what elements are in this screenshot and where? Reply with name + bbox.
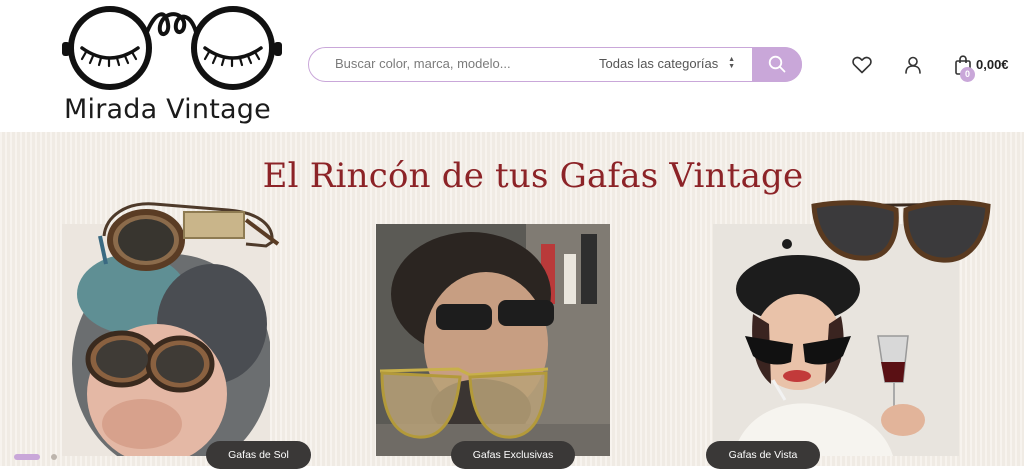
hero-title: El Rincón de tus Gafas Vintage xyxy=(262,156,804,196)
hero-section: El Rincón de tus Gafas Vintage Gafas de … xyxy=(0,132,1024,469)
brand-name: Mirada Vintage xyxy=(64,94,271,125)
tortoise-sunglasses-image xyxy=(98,202,280,271)
updown-arrows-icon: ▲ ▼ xyxy=(728,56,735,71)
site-logo[interactable]: Mirada Vintage xyxy=(58,2,288,130)
slider-dot-active[interactable] xyxy=(14,454,40,460)
category-label-sunglasses[interactable]: Gafas de Sol xyxy=(206,441,311,469)
wishlist-button[interactable] xyxy=(850,53,874,77)
search-bar: Todas las categorías ▲▼ xyxy=(308,46,802,82)
site-header: Mirada Vintage Todas las categorías ▲▼ xyxy=(0,0,1024,132)
slider-dot[interactable] xyxy=(51,454,57,460)
gold-aviator-image xyxy=(379,367,549,439)
cart-count-badge: 0 xyxy=(960,67,975,82)
account-button[interactable] xyxy=(901,53,925,77)
search-button[interactable] xyxy=(752,46,802,82)
glasses-logo-icon xyxy=(62,6,282,90)
heart-icon xyxy=(852,56,872,74)
search-icon xyxy=(768,55,786,73)
category-select[interactable]: Todas las categorías ▲ ▼ xyxy=(599,48,749,80)
category-select-value: Todas las categorías xyxy=(599,56,719,71)
search-input[interactable] xyxy=(335,48,585,80)
category-label-prescription[interactable]: Gafas de Vista xyxy=(706,441,820,469)
user-icon xyxy=(905,56,921,74)
cateye-sunglasses-image xyxy=(811,200,991,263)
cart-total[interactable]: 0,00€ xyxy=(976,57,1009,72)
category-label-exclusive[interactable]: Gafas Exclusivas xyxy=(451,441,575,469)
